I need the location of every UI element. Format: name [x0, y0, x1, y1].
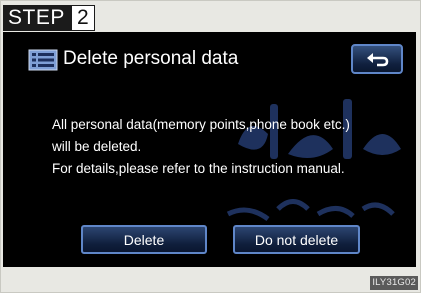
message-line: For details,please refer to the instruct…: [52, 161, 345, 176]
delete-button[interactable]: Delete: [81, 225, 207, 254]
message-line: All personal data(memory points,phone bo…: [52, 117, 350, 132]
document-list-icon: [28, 49, 58, 71]
message-line: will be deleted.: [52, 139, 142, 154]
step-number: 2: [70, 5, 95, 31]
dialog-title: Delete personal data: [63, 48, 239, 69]
do-not-delete-button[interactable]: Do not delete: [233, 225, 360, 254]
manual-illustration: STEP 2 Delete personal data All personal…: [0, 0, 421, 293]
image-code: ILY31G02: [370, 276, 418, 290]
step-word: STEP: [3, 5, 71, 31]
dialog-message: All personal data(memory points,phone bo…: [52, 114, 350, 180]
step-label: STEP 2: [3, 5, 95, 31]
back-button[interactable]: [351, 44, 403, 74]
navigation-screen: Delete personal data All personal data(m…: [3, 32, 416, 267]
return-arrow-icon: [367, 53, 389, 67]
